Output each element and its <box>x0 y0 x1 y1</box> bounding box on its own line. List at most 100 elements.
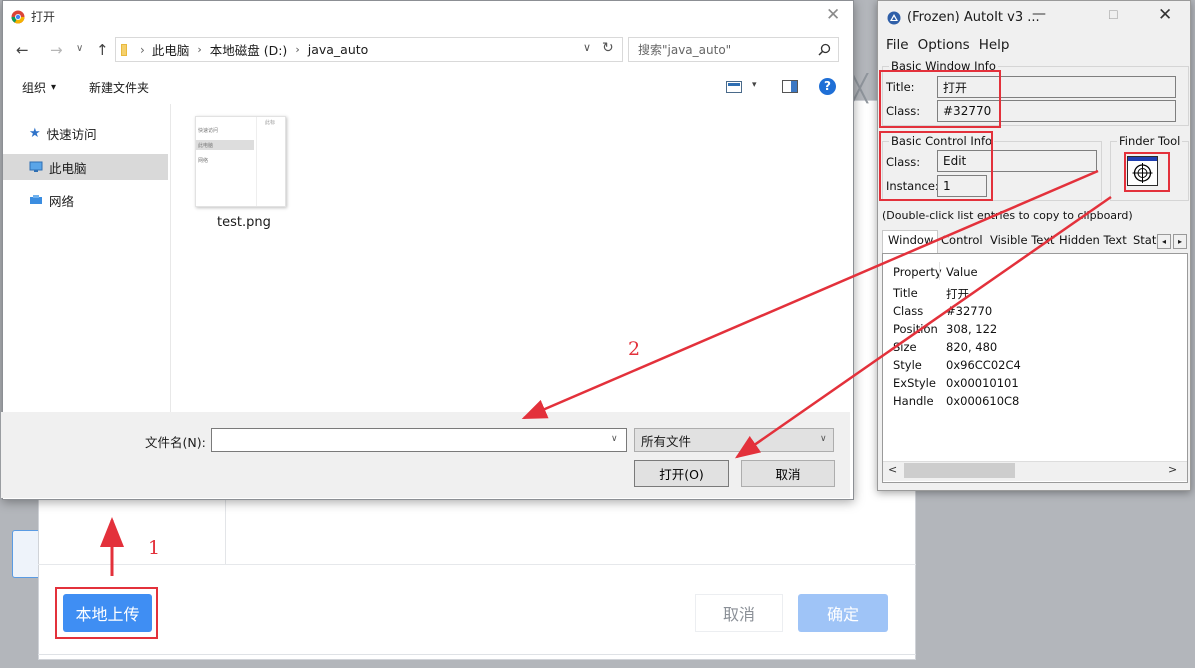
menubar: File Options Help <box>886 37 1009 53</box>
help-icon[interactable]: ? <box>819 78 836 95</box>
tab-scroll-right-icon[interactable]: ▸ <box>1173 234 1187 249</box>
file-thumbnail-test-png[interactable]: 此标 快速访问 此电脑 网络 <box>195 116 286 207</box>
upload-dialog-footer-line <box>38 564 916 565</box>
autoit-titlebar: (Frozen) AutoIt v3 ... <box>887 10 1040 25</box>
scrollbar-thumb[interactable] <box>904 463 1015 478</box>
nav-item-label: 此电脑 <box>49 160 87 176</box>
file-name-label[interactable]: test.png <box>217 215 271 230</box>
tab-scroll-left-icon[interactable]: ◂ <box>1157 234 1171 249</box>
organize-menu-button[interactable]: 组织 ▾ <box>22 79 56 96</box>
recent-locations-chevron-icon[interactable]: ∨ <box>76 43 83 54</box>
nav-pane-divider <box>170 104 171 412</box>
scroll-left-icon[interactable]: < <box>888 463 897 476</box>
upload-dialog-close-icon[interactable]: ╳ <box>852 74 868 104</box>
organize-label: 组织 <box>22 81 47 95</box>
list-row-value[interactable]: 0x00010101 <box>946 376 1019 390</box>
finder-tool-title: Finder Tool <box>1117 134 1183 148</box>
chevron-right-icon: › <box>295 43 300 56</box>
list-row-value[interactable]: 0x000610C8 <box>946 394 1019 408</box>
list-row-value[interactable]: 308, 122 <box>946 322 997 336</box>
property-list[interactable] <box>882 253 1188 483</box>
list-header-property[interactable]: Property <box>893 265 942 279</box>
nav-item-quick-access[interactable]: ★ 快速访问 <box>3 120 168 146</box>
list-row-value[interactable]: 0x96CC02C4 <box>946 358 1021 372</box>
list-row-value[interactable]: 820, 480 <box>946 340 997 354</box>
upload-cancel-button[interactable]: 取消 <box>695 594 783 632</box>
preview-pane-icon[interactable] <box>782 80 798 93</box>
search-input[interactable]: 搜索"java_auto" <box>628 37 839 62</box>
chevron-right-icon: › <box>140 42 145 57</box>
close-icon[interactable]: ✕ <box>1158 5 1172 25</box>
maximize-icon[interactable]: ☐ <box>1108 8 1119 22</box>
annotation-number-2: 2 <box>628 338 641 360</box>
menu-options[interactable]: Options <box>918 37 970 53</box>
back-arrow-icon[interactable]: ← <box>16 41 29 59</box>
close-icon[interactable]: ✕ <box>826 5 840 25</box>
tab-statusbar[interactable]: Stat <box>1133 233 1156 247</box>
network-icon <box>29 194 43 206</box>
scroll-right-icon[interactable]: > <box>1168 463 1177 476</box>
nav-item-this-pc[interactable]: 此电脑 <box>3 154 168 180</box>
minimize-icon[interactable]: — <box>1032 6 1046 22</box>
view-mode-caret-icon[interactable]: ▾ <box>752 80 757 90</box>
thumbnail-row: 快速访问 <box>198 128 219 134</box>
address-bar[interactable]: › 此电脑 › 本地磁盘 (D:) › java_auto <box>115 37 623 62</box>
filename-label: 文件名(N): <box>145 435 206 450</box>
list-row-property[interactable]: Style <box>893 358 922 372</box>
autoit-logo-icon <box>887 11 901 25</box>
search-icon[interactable] <box>818 43 831 56</box>
list-row-property[interactable]: Handle <box>893 394 934 408</box>
list-row-value[interactable]: 打开 <box>946 286 969 302</box>
refresh-icon[interactable]: ↻ <box>602 40 614 56</box>
chrome-icon <box>11 10 25 24</box>
folder-icon <box>120 43 134 57</box>
chevron-right-icon: › <box>197 43 202 56</box>
filename-dropdown-icon[interactable]: ∨ <box>611 434 618 444</box>
menu-help[interactable]: Help <box>979 37 1010 53</box>
breadcrumb-this-pc[interactable]: 此电脑 <box>152 40 190 59</box>
thumbnail-row: 网络 <box>198 158 209 164</box>
address-dropdown-icon[interactable]: ∨ <box>583 41 591 54</box>
list-header-value[interactable]: Value <box>946 265 978 279</box>
nav-item-network[interactable]: 网络 <box>3 187 168 213</box>
list-row-property[interactable]: Size <box>893 340 917 354</box>
up-arrow-icon[interactable]: ↑ <box>96 41 109 59</box>
breadcrumb-java-auto[interactable]: java_auto <box>308 42 369 57</box>
tab-window[interactable]: Window <box>888 233 933 247</box>
list-row-property[interactable]: Position <box>893 322 938 336</box>
view-mode-icon[interactable] <box>726 81 742 93</box>
annotation-box-finder-tool <box>1124 152 1170 192</box>
filetype-dropdown-icon[interactable]: ∨ <box>820 434 827 444</box>
thumbnail-corner-text: 此标 <box>264 120 275 126</box>
tab-visible-text[interactable]: Visible Text <box>990 233 1054 247</box>
autoit-title: (Frozen) AutoIt v3 ... <box>907 10 1040 25</box>
thumbnail-row: 此电脑 <box>198 143 214 149</box>
list-row-property[interactable]: Title <box>893 286 918 300</box>
filetype-select[interactable]: 所有文件 <box>634 428 834 452</box>
list-row-property[interactable]: Class <box>893 304 923 318</box>
open-button[interactable]: 打开(O) <box>634 460 729 487</box>
forward-arrow-icon[interactable]: → <box>50 41 63 59</box>
open-dialog-title: 打开 <box>31 10 56 24</box>
annotation-box-window-info <box>879 70 1001 128</box>
list-row-value[interactable]: #32770 <box>946 304 992 318</box>
computer-icon <box>29 161 43 173</box>
thumbnail-divider <box>256 117 257 206</box>
list-row-property[interactable]: ExStyle <box>893 376 936 390</box>
caret-down-icon: ▾ <box>51 82 57 93</box>
breadcrumb-local-disk-d[interactable]: 本地磁盘 (D:) <box>210 40 288 59</box>
cancel-button[interactable]: 取消 <box>741 460 835 487</box>
filename-input[interactable] <box>211 428 627 452</box>
star-icon: ★ <box>29 125 41 141</box>
upload-confirm-button[interactable]: 确定 <box>798 594 888 632</box>
menu-file[interactable]: File <box>886 37 909 53</box>
open-dialog-titlebar: 打开 <box>11 8 55 25</box>
tab-control[interactable]: Control <box>941 233 983 247</box>
new-folder-button[interactable]: 新建文件夹 <box>89 79 149 96</box>
nav-item-label: 网络 <box>49 193 75 209</box>
tab-hidden-text[interactable]: Hidden Text <box>1059 233 1127 247</box>
upload-dialog-bottom-line <box>38 654 916 655</box>
annotation-number-1: 1 <box>148 537 161 559</box>
annotation-box-control-info <box>879 131 993 201</box>
background-left-edge <box>12 530 38 578</box>
